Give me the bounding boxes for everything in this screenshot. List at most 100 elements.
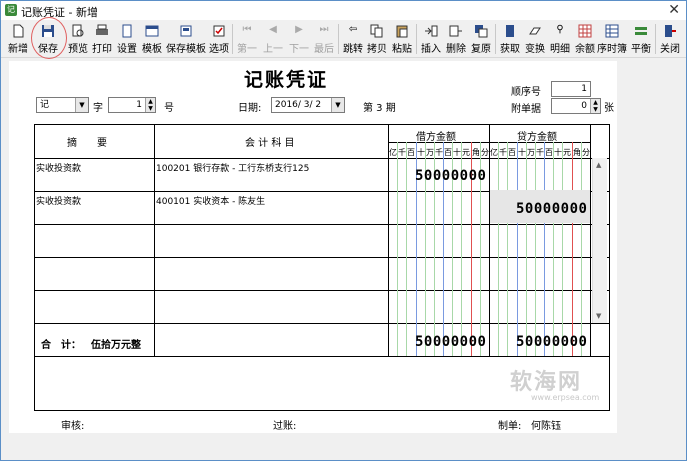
copy-button[interactable]: 拷贝 [365, 22, 389, 56]
total-label: 合 计： [41, 340, 81, 351]
digit-divider [507, 142, 508, 356]
book-icon [506, 25, 514, 37]
table-scrollbar[interactable]: ▲ ▼ [592, 158, 607, 323]
scroll-up-icon[interactable]: ▲ [596, 161, 601, 169]
close-button[interactable]: 关闭 [657, 22, 683, 56]
new-button[interactable]: 新增 [5, 22, 31, 56]
voucher-window: 记 记账凭证 - 新增 ✕ 新增 保存 预览 打印 设置 模板 保存模板 选项 [0, 0, 687, 461]
maker-label: 制单: [498, 421, 522, 432]
row-divider [34, 323, 610, 324]
digit-header: 百 [545, 148, 553, 157]
digit-divider [406, 142, 407, 356]
total-debit-amount: 50000000 [415, 334, 487, 350]
digit-header: 角 [573, 148, 581, 157]
digit-header: 分 [582, 148, 590, 157]
journal-button[interactable]: 序时簿 [597, 22, 627, 56]
digit-divider [535, 142, 536, 356]
insert-row-icon [425, 25, 438, 37]
digit-header: 百 [444, 148, 452, 157]
column-divider [388, 124, 389, 356]
digit-header: 十 [417, 148, 425, 157]
row-divider [34, 158, 610, 159]
row-account[interactable]: 100201 银行存款 - 工行东桥支行125 [156, 161, 309, 174]
magnifier-document-icon [72, 24, 84, 37]
digit-divider [553, 142, 554, 356]
spin-arrows-icon[interactable]: ▲ ▼ [590, 99, 600, 113]
scroll-down-icon[interactable]: ▼ [596, 312, 601, 320]
sequence-number-field[interactable]: 1 [551, 81, 591, 97]
digit-header: 千 [499, 148, 507, 157]
credit-column-header: 贷方金额 [517, 132, 557, 143]
exit-door-icon [665, 25, 676, 37]
digit-header: 十 [554, 148, 562, 157]
equals-icon [635, 27, 647, 35]
digit-divider [572, 142, 573, 356]
balance-button[interactable]: 余额 [573, 22, 597, 56]
chevron-down-icon[interactable]: ▼ [331, 98, 344, 112]
printer-icon [96, 24, 108, 35]
next-button[interactable]: ▶ 下一 [287, 22, 311, 56]
post-label: 过账: [273, 421, 297, 432]
options-button[interactable]: 选项 [208, 22, 230, 56]
voucher-word-select[interactable]: 记 ▼ [36, 97, 89, 113]
balance-check-button[interactable]: 平衡 [629, 22, 653, 56]
digit-divider [526, 142, 527, 356]
voucher-number-input[interactable]: 1 ▲ ▼ [108, 97, 156, 113]
detail-button[interactable]: ⚲ 明细 [548, 22, 572, 56]
fetch-button[interactable]: 获取 [498, 22, 522, 56]
digit-header: 十 [518, 148, 526, 157]
total-credit-amount: 50000000 [516, 334, 588, 350]
row-account[interactable]: 400101 实收资本 - 陈友生 [156, 194, 265, 207]
exchange-icon [529, 27, 541, 35]
jump-arrow-icon: ⇦ [348, 24, 358, 35]
date-label: 日期: [238, 103, 262, 114]
print-button[interactable]: 打印 [91, 22, 113, 56]
delete-button[interactable]: 删除 [444, 22, 468, 56]
maker-name: 何陈钰 [531, 421, 561, 432]
row-summary[interactable]: 实收投资款 [36, 161, 81, 174]
toolbar: 新增 保存 预览 打印 设置 模板 保存模板 选项 ⏮ 第一 ◀ 上一 ▶ 下一… [1, 20, 686, 58]
row-debit-amount[interactable]: 50000000 [415, 168, 486, 184]
checkbox-icon [213, 25, 225, 37]
sequence-label: 顺序号 [511, 87, 541, 98]
row-credit-amount[interactable]: 50000000 [516, 201, 587, 217]
insert-button[interactable]: 插入 [419, 22, 443, 56]
restore-icon [475, 25, 488, 38]
last-button[interactable]: ⏭ 最后 [312, 22, 336, 56]
journal-grid-icon [605, 24, 619, 38]
save-highlight-circle [31, 17, 67, 59]
row-divider [34, 356, 610, 357]
attachment-count-input[interactable]: 0 ▲ ▼ [551, 98, 601, 114]
date-picker[interactable]: 2016/ 3/ 2 ▼ [271, 97, 345, 113]
toolbar-separator [416, 24, 417, 54]
close-window-button[interactable]: ✕ [668, 2, 680, 18]
attachment-label: 附单据 [511, 104, 541, 115]
chevron-down-icon[interactable]: ▼ [75, 98, 88, 112]
last-arrow-icon: ⏭ [319, 24, 329, 35]
transform-button[interactable]: 变换 [523, 22, 547, 56]
number-label: 号 [164, 103, 174, 114]
digit-header: 角 [472, 148, 480, 157]
toolbar-separator [655, 24, 656, 54]
preview-button[interactable]: 预览 [67, 22, 89, 56]
left-arrow-icon: ◀ [269, 24, 277, 35]
paste-button[interactable]: 粘贴 [390, 22, 414, 56]
page-setup-icon [122, 24, 132, 38]
spin-arrows-icon[interactable]: ▲ ▼ [145, 98, 155, 112]
previous-button[interactable]: ◀ 上一 [261, 22, 285, 56]
period-text: 第 3 期 [363, 103, 396, 114]
binoculars-icon: ⚲ [556, 24, 564, 35]
template-button[interactable]: 模板 [141, 22, 163, 56]
digit-header: 百 [407, 148, 415, 157]
save-template-button[interactable]: 保存模板 [165, 22, 207, 56]
digit-header: 亿 [389, 148, 397, 157]
row-summary[interactable]: 实收投资款 [36, 194, 81, 207]
watermark-url: www.erpsea.com [531, 393, 600, 402]
jump-button[interactable]: ⇦ 跳转 [341, 22, 365, 56]
copy-icon [370, 24, 383, 38]
restore-button[interactable]: 复原 [469, 22, 493, 56]
settings-button[interactable]: 设置 [116, 22, 138, 56]
first-button[interactable]: ⏮ 第一 [235, 22, 259, 56]
voucher-title: 记账凭证 [244, 69, 329, 91]
digit-header: 亿 [490, 148, 498, 157]
